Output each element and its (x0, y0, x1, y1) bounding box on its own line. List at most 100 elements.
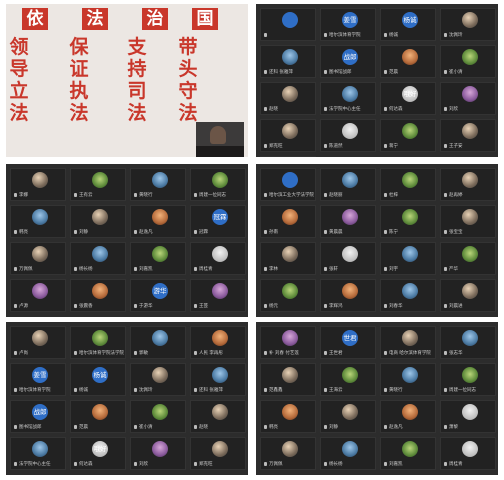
participant-tile[interactable]: 萧黎 (440, 400, 496, 433)
participant-avatar: 战郎 (342, 49, 358, 65)
participant-tile[interactable]: 电商 哈尔滨体育学院 (380, 326, 436, 359)
participant-tile[interactable]: 还科 张雅萍 (260, 45, 316, 78)
participant-tile[interactable]: 杨元 (260, 279, 316, 312)
participant-tile[interactable]: 赵逸凡 (130, 205, 186, 238)
participant-tile[interactable]: 王有云 (70, 168, 126, 201)
participant-tile[interactable]: 卢尚 (10, 326, 66, 359)
participant-avatar (212, 404, 228, 420)
participant-tile[interactable]: 严华 (440, 242, 496, 275)
participant-tile[interactable]: 哦好 何达森 (70, 437, 126, 470)
participant-tile[interactable]: 赵逸凡 (380, 400, 436, 433)
participant-tile[interactable]: 郑克旺 (190, 437, 246, 470)
participant-tile[interactable]: 杨诚 杨诚 (380, 8, 436, 41)
participant-tile[interactable]: 孙南 (260, 205, 316, 238)
participant-tile[interactable] (260, 8, 316, 41)
participant-tile[interactable]: 杨诚 杨诚 (70, 363, 126, 396)
participant-tile[interactable]: 李林 (260, 242, 316, 275)
participant-tile[interactable]: 周桂青 (190, 242, 246, 275)
participant-tile[interactable]: 沈佩玲 (440, 8, 496, 41)
participant-tile[interactable]: 崔小清 (130, 400, 186, 433)
participant-tile[interactable]: 战郎 图书馆战郎 (320, 45, 376, 78)
participant-name-label: 赵晓 (269, 107, 278, 112)
participant-name: 杨诚 (74, 387, 124, 393)
participant-tile[interactable]: 人民 李再彤 (190, 326, 246, 359)
participant-tile[interactable]: 卢源 (10, 279, 66, 312)
participant-name: 卢尚 (14, 350, 64, 356)
participant-tile[interactable]: 还科 张雅萍 (190, 363, 246, 396)
participant-tile[interactable]: 张宝宝 (440, 205, 496, 238)
participant-tile[interactable]: 万佩佩 (260, 437, 316, 470)
participant-tile[interactable]: 补 刘春 付艺莲 (260, 326, 316, 359)
slide-column-1: 依 (10, 8, 60, 30)
participant-tile[interactable]: 赵晓 (260, 82, 316, 115)
participant-tile[interactable]: 张震香 (70, 279, 126, 312)
participant-tile[interactable]: 周建一位同志 (440, 363, 496, 396)
participant-tile[interactable]: 冠霖 冠霖 (190, 205, 246, 238)
participant-tile[interactable]: 赵晓丽 (320, 168, 376, 201)
participant-tile[interactable]: 王芸 (190, 279, 246, 312)
participant-tile[interactable]: 哈尔滨体育学院法学院 (70, 326, 126, 359)
participant-name: 赵逸凡 (384, 424, 434, 430)
participant-tile[interactable]: 韩亮 (10, 205, 66, 238)
participant-tile[interactable]: 王海云 (320, 363, 376, 396)
participant-tile[interactable]: 张轩 (320, 242, 376, 275)
participant-tile[interactable]: 黄晓行 (130, 168, 186, 201)
participant-avatar (152, 172, 168, 188)
participant-tile[interactable]: 刘静 (70, 205, 126, 238)
participant-tile[interactable]: 刘静 (320, 400, 376, 433)
participant-tile[interactable]: 战郎 图书馆战郎 (10, 400, 66, 433)
participant-tile[interactable]: 郑克旺 (260, 119, 316, 152)
participant-tile[interactable]: 蒋宁 (380, 119, 436, 152)
participant-tile[interactable]: 范晨 (380, 45, 436, 78)
microphone-icon (444, 424, 447, 429)
participant-tile[interactable]: 韩亮 (260, 400, 316, 433)
participant-tile[interactable]: 法学院中心主任 (320, 82, 376, 115)
microphone-icon (324, 106, 327, 111)
participant-tile[interactable]: 杨长杨 (70, 242, 126, 275)
participant-tile[interactable]: 黄晨晨 (320, 205, 376, 238)
participant-tile[interactable]: 李辉鸿 (320, 279, 376, 312)
participant-tile[interactable]: 姜雪 哈尔滨体育学院 (10, 363, 66, 396)
participant-name-label: 李辉鸿 (329, 304, 343, 309)
participant-tile[interactable]: 杨长杨 (320, 437, 376, 470)
participant-tile[interactable]: 哈尔滨工业大学法学院主席 (260, 168, 316, 201)
participant-tile[interactable]: 哦好 何达森 (380, 82, 436, 115)
participant-tile[interactable]: 游华 于游华 (130, 279, 186, 312)
participant-tile[interactable]: 姜雪 哈尔滨体育学院 (320, 8, 376, 41)
participant-tile[interactable]: 赵晓 (190, 400, 246, 433)
participant-tile[interactable]: 赵再婷 (440, 168, 496, 201)
participant-tile[interactable]: 周建一位同志 (190, 168, 246, 201)
participant-tile[interactable]: 陈道然 (320, 119, 376, 152)
participant-tile[interactable]: 杜梓 (380, 168, 436, 201)
participant-tile[interactable]: 沈佩玲 (130, 363, 186, 396)
participant-tile[interactable]: 崔小清 (440, 45, 496, 78)
participant-tile[interactable]: 世君 王世君 (320, 326, 376, 359)
participant-tile[interactable]: 郭敏 (130, 326, 186, 359)
participant-tile[interactable]: 刘欣 (130, 437, 186, 470)
participant-avatar (402, 367, 418, 383)
participant-tile[interactable]: 周桂青 (440, 437, 496, 470)
participant-name: 黄晓行 (134, 192, 184, 198)
microphone-icon (194, 229, 197, 234)
participant-tile[interactable]: 黄晓行 (380, 363, 436, 396)
participant-tile[interactable]: 刘春华 (380, 279, 436, 312)
participant-avatar (152, 441, 168, 457)
participant-tile[interactable]: 张志华 (440, 326, 496, 359)
participant-tile[interactable]: 刘嘉凯 (380, 437, 436, 470)
participant-tile[interactable]: 万佩佩 (10, 242, 66, 275)
participant-name-label: 张震香 (79, 304, 93, 309)
participant-tile[interactable]: 张雪莲一卡 (260, 156, 316, 157)
microphone-icon (384, 32, 387, 37)
participant-tile[interactable]: 王子安 (440, 119, 496, 152)
participant-tile[interactable]: 刘嘉凯 (130, 242, 186, 275)
participant-tile[interactable]: 范晨 (70, 400, 126, 433)
participant-tile[interactable]: 刘宇 (380, 242, 436, 275)
participant-tile[interactable]: 陈宁 (380, 205, 436, 238)
participant-tile[interactable]: 法学院中心主任 (10, 437, 66, 470)
participant-tile[interactable]: 刘晨进 (440, 279, 496, 312)
participant-name-label: 刘嘉凯 (389, 462, 403, 467)
microphone-icon (444, 461, 447, 466)
participant-tile[interactable]: 范鑫鑫 (260, 363, 316, 396)
participant-tile[interactable]: 刘欣 (440, 82, 496, 115)
participant-tile[interactable]: 李娜 (10, 168, 66, 201)
